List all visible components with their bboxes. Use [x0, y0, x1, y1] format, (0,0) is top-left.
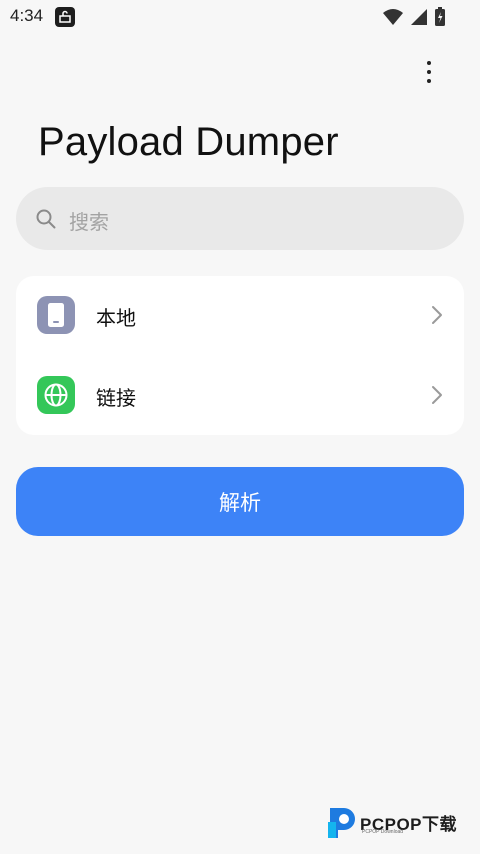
- status-bar: 4:34: [0, 0, 480, 34]
- status-icons: [382, 7, 446, 27]
- page-title: Payload Dumper: [38, 120, 339, 164]
- source-card: 本地 链接: [16, 276, 464, 435]
- globe-icon: [37, 376, 75, 414]
- more-dot-icon: [427, 61, 431, 65]
- chevron-right-icon: [432, 306, 442, 324]
- more-dot-icon: [427, 79, 431, 83]
- battery-icon: [435, 7, 445, 26]
- notification-icon: [55, 7, 75, 27]
- search-icon: [36, 209, 56, 229]
- pcpop-logo-icon: [328, 808, 355, 838]
- list-item-link[interactable]: 链接: [16, 356, 464, 436]
- more-dot-icon: [427, 70, 431, 74]
- watermark-sub: PCPOP Download: [362, 829, 404, 835]
- list-item-label: 链接: [96, 386, 136, 410]
- wifi-icon: [383, 9, 403, 25]
- chevron-right-icon: [432, 386, 442, 404]
- list-item-label: 本地: [96, 306, 136, 330]
- list-item-local[interactable]: 本地: [16, 276, 464, 356]
- parse-button[interactable]: 解析: [16, 467, 464, 536]
- signal-icon: [411, 9, 427, 25]
- status-time: 4:34: [10, 6, 44, 25]
- phone-icon: [37, 296, 75, 334]
- watermark-logo: PCPOP下载 PCPOP Download: [326, 802, 474, 842]
- more-options-button[interactable]: [414, 56, 444, 88]
- search-input[interactable]: 搜索: [16, 187, 464, 250]
- search-placeholder: 搜索: [69, 210, 109, 234]
